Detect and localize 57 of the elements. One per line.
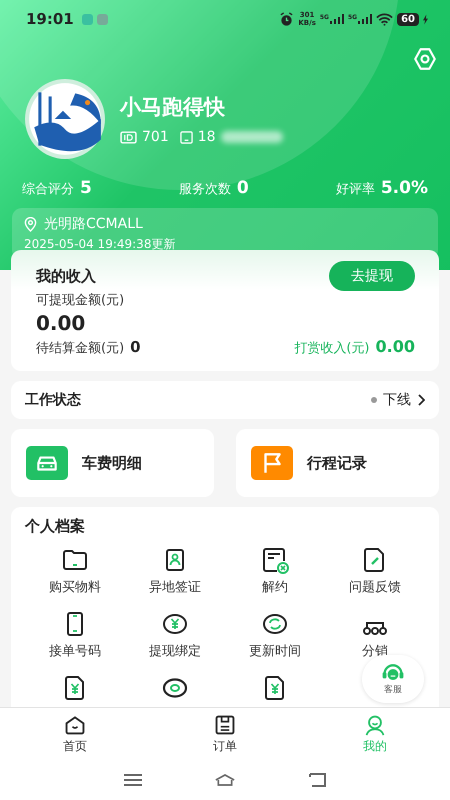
work-status-row[interactable]: 工作状态 下线 (11, 381, 439, 419)
signal-icon (330, 14, 344, 24)
stat-label: 好评率 (336, 181, 375, 198)
pending-label: 待结算金额(元) (36, 340, 124, 357)
home-icon[interactable] (215, 772, 235, 786)
order-icon (214, 714, 236, 736)
location-name: 光明路CCMALL (44, 215, 143, 233)
archive-item-label: 接单号码 (49, 643, 101, 660)
archive-item-label: 购买物料 (49, 579, 101, 596)
shortcut-label: 车费明细 (82, 454, 142, 472)
archive-item-label: 更新时间 (249, 643, 301, 660)
stat-label: 综合评分 (22, 181, 74, 198)
archive-item-label: 问题反馈 (349, 579, 401, 596)
archive-item-label: 异地签证 (149, 579, 201, 596)
shortcut-card[interactable]: 行程记录 (236, 429, 439, 497)
work-status-value: 下线 (383, 391, 411, 409)
tips-amount: 0.00 (376, 337, 415, 356)
stat-value: 0 (236, 178, 249, 198)
shortcut-card[interactable]: 车费明细 (11, 429, 214, 497)
app-icon (82, 14, 93, 24)
signal-icon (358, 14, 372, 24)
archive-item-label: 解约 (262, 579, 288, 596)
cancel-document-icon[interactable] (261, 546, 289, 574)
available-amount: 0.00 (36, 311, 86, 335)
chevron-icon (417, 394, 425, 406)
wifi-icon (376, 12, 394, 26)
archive-item-label: 提现绑定 (149, 643, 201, 660)
update-time: 2025-05-04 19:49:38更新 (24, 236, 176, 253)
work-status-label: 工作状态 (25, 391, 81, 409)
income-title: 我的收入 (36, 266, 96, 286)
headset-icon (381, 662, 405, 682)
back-icon[interactable] (307, 772, 327, 786)
tips-label: 打赏收入(元) (294, 340, 370, 357)
blurred-digits (220, 131, 283, 143)
user-name: 小马跑得快 (120, 94, 226, 121)
archive-title: 个人档案 (25, 517, 86, 536)
tab-item[interactable]: 首页 (0, 708, 150, 760)
available-label: 可提现金额(元) (36, 292, 126, 309)
user-id: 701 (142, 129, 169, 145)
menu-icon[interactable] (123, 772, 143, 786)
app-icon (96, 14, 108, 24)
phone-number: 18 (198, 129, 216, 145)
stat-value: 5.0% (380, 178, 428, 198)
phone-icon (180, 130, 193, 144)
shortcut-label: 行程记录 (307, 454, 367, 472)
person-icon (364, 714, 386, 736)
stat-label: 服务次数 (178, 181, 231, 198)
home-icon (64, 714, 86, 736)
charging-icon (423, 14, 428, 24)
battery-level: 60 (397, 12, 419, 26)
tab-item[interactable]: 订单 (150, 708, 300, 760)
stat-value: 5 (80, 178, 92, 198)
id-icon (120, 130, 137, 144)
location-icon (24, 216, 37, 232)
status-time: 19:01 (26, 10, 74, 28)
pending-amount: 0 (130, 338, 141, 356)
alarm-icon (279, 12, 294, 26)
